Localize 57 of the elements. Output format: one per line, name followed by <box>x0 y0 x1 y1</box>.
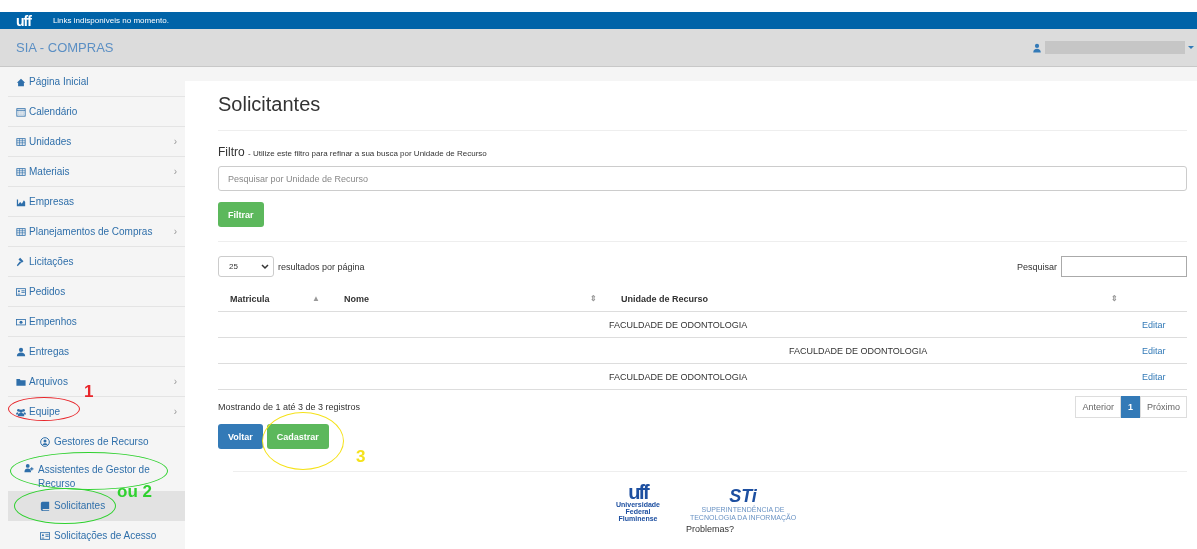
search-label: Pesquisar <box>1016 261 1057 272</box>
search-field[interactable]: Pesquisar por Unidade de Recurso <box>218 166 1187 191</box>
sidebar-subitem[interactable]: Solicitações de Acesso <box>8 521 185 549</box>
table-icon <box>16 166 26 177</box>
chevron-icon: › <box>173 406 177 417</box>
chevron-icon: › <box>173 226 177 237</box>
user-add-icon <box>24 463 34 473</box>
pagination-button[interactable]: Anterior <box>1075 396 1121 418</box>
table-cell: FACULDADE DE ODONTOLOGIA <box>609 371 748 382</box>
column-header[interactable]: Matricula <box>230 294 270 304</box>
page-size-select[interactable]: 25 <box>218 256 274 277</box>
university-logo: uff <box>16 13 31 28</box>
column-header[interactable]: Unidade de Recurso <box>621 294 709 304</box>
user-circle-icon <box>40 437 50 447</box>
app-title: SIA - COMPRAS <box>16 40 114 55</box>
id-card-icon <box>16 286 26 297</box>
sidebar-item[interactable]: Página Inicial <box>8 67 185 97</box>
sti-logo: STi <box>729 487 757 506</box>
annotation-number: 1 <box>84 383 94 400</box>
user-icon <box>1032 42 1042 53</box>
book-icon <box>40 501 50 511</box>
table-cell: FACULDADE DE ODONTOLOGIA <box>609 319 748 330</box>
id-card-icon <box>40 531 50 541</box>
sort-icon[interactable]: ⇕ <box>590 294 609 303</box>
chevron-icon: › <box>173 376 177 387</box>
chevron-icon: › <box>173 136 177 147</box>
sort-icon[interactable]: ▲ <box>312 294 332 303</box>
column-header[interactable]: Nome <box>344 294 369 304</box>
page-size-label: resultados por página <box>278 261 365 272</box>
gavel-icon <box>16 256 26 267</box>
table-icon <box>16 136 26 147</box>
chevron-icon <box>261 263 269 270</box>
edit-link[interactable]: Editar <box>1142 345 1166 356</box>
users-icon <box>16 406 26 417</box>
table-icon <box>16 226 26 237</box>
filter-label: Filtro - Utilize este filtro para refinar a sua busca por Unidade de Recurso <box>218 145 488 159</box>
table-cell: FACULDADE DE ODONTOLOGIA <box>789 345 928 356</box>
person-icon <box>16 346 26 357</box>
home-icon <box>16 76 26 87</box>
folder-icon <box>16 376 26 387</box>
page-title: Solicitantes <box>218 93 1187 131</box>
help-link[interactable]: Problemas? <box>686 524 734 534</box>
pagination-button[interactable]: Próximo <box>1140 396 1187 418</box>
edit-link[interactable]: Editar <box>1142 319 1166 330</box>
sort-icon[interactable]: ⇕ <box>1111 294 1130 303</box>
calendar-icon <box>16 106 26 117</box>
back-button[interactable]: Voltar <box>218 424 263 449</box>
caret-icon[interactable] <box>1188 46 1194 49</box>
edit-link[interactable]: Editar <box>1142 371 1166 382</box>
chevron-icon: › <box>173 166 177 177</box>
notice-text: Links indisponíveis no momento. <box>52 16 169 25</box>
table-info: Mostrando de 1 até 3 de 3 registros <box>218 402 361 412</box>
university-logo: uff <box>628 484 648 501</box>
sidebar-subitem[interactable]: Gestores de Recurso <box>8 427 185 457</box>
search-field[interactable] <box>1061 256 1187 277</box>
annotation-number: 3 <box>356 448 366 465</box>
banknote-icon <box>16 316 26 327</box>
